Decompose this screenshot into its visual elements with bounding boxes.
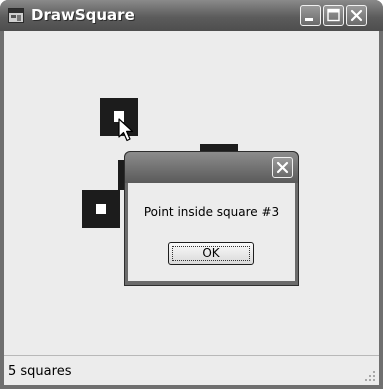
dialog-message: Point inside square #3 [143, 205, 280, 219]
ok-button-label: OK [202, 246, 220, 260]
message-box: Point inside square #3 OK [124, 151, 299, 286]
ok-button[interactable]: OK [168, 242, 254, 265]
maximize-button[interactable] [323, 5, 344, 26]
status-text: 5 squares [8, 364, 72, 379]
close-icon [350, 9, 363, 22]
dialog-body: Point inside square #3 OK [128, 183, 295, 281]
close-icon [276, 161, 289, 174]
dialog-close-button[interactable] [272, 157, 293, 178]
form-window-icon[interactable] [8, 8, 24, 23]
close-button[interactable] [346, 5, 367, 26]
status-bar: 5 squares [4, 355, 379, 385]
title-bar[interactable]: DrawSquare [0, 0, 383, 31]
minimize-icon [305, 18, 313, 21]
window-title: DrawSquare [31, 6, 135, 24]
drawsquare-window: DrawSquare 5 squares Point inside square… [0, 0, 383, 389]
minimize-button[interactable] [300, 5, 321, 26]
arrow-cursor-icon [118, 118, 134, 142]
dialog-title-bar[interactable] [125, 152, 298, 183]
square-shape[interactable] [82, 190, 120, 228]
resize-grip-icon[interactable] [364, 370, 376, 382]
maximize-icon [327, 8, 340, 22]
